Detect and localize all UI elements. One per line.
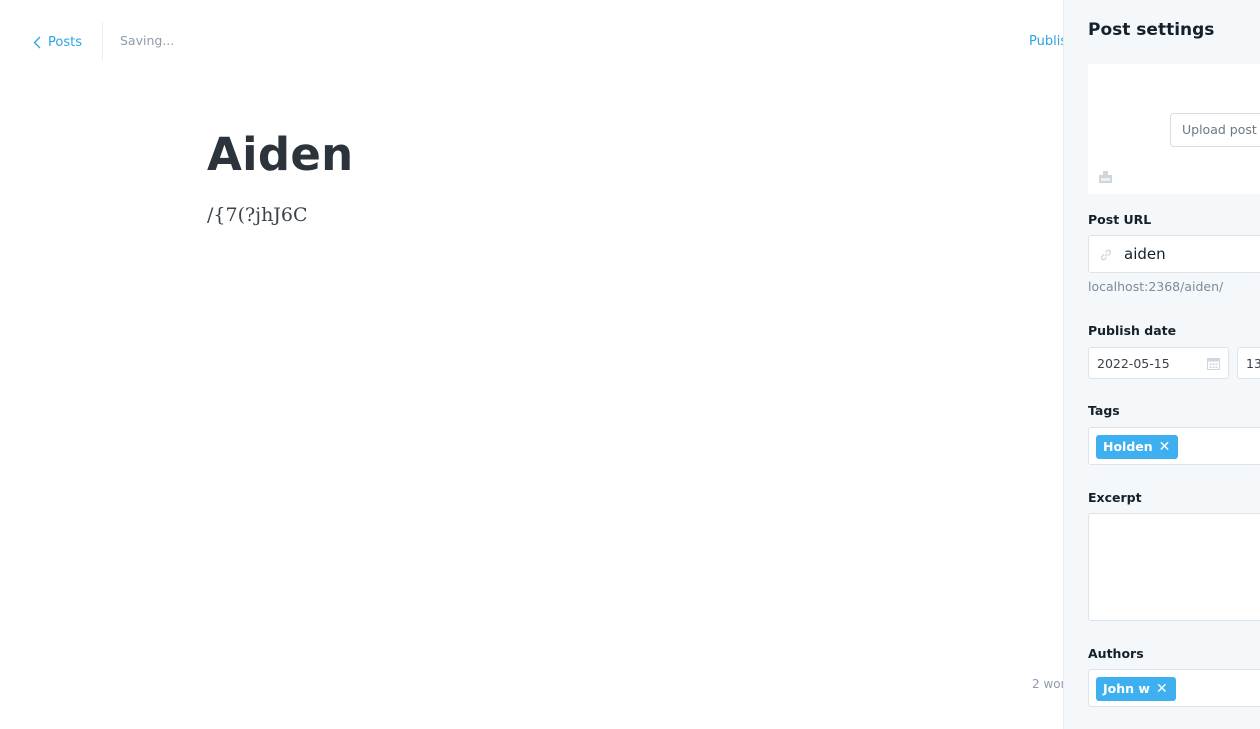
post-url-label: Post URL xyxy=(1088,212,1152,227)
link-icon xyxy=(1100,249,1112,261)
publish-time-value: 13 xyxy=(1246,356,1260,371)
back-to-posts-link[interactable]: Posts xyxy=(33,33,82,51)
settings-title: Post settings xyxy=(1088,20,1215,40)
upload-image-button[interactable]: Upload post image xyxy=(1170,113,1260,147)
publish-date-label: Publish date xyxy=(1088,323,1177,338)
post-url-preview: localhost:2368/aiden/ xyxy=(1088,279,1224,294)
tags-label: Tags xyxy=(1088,403,1120,418)
publish-time-input[interactable]: 13 xyxy=(1237,347,1260,379)
image-placeholder-icon xyxy=(1099,171,1112,183)
word-count: 2 wor xyxy=(1032,677,1063,691)
post-settings-panel: Post settings Upload post image Post URL… xyxy=(1063,0,1260,729)
excerpt-textarea[interactable] xyxy=(1088,513,1260,621)
authors-input[interactable]: John w ✕ xyxy=(1088,669,1260,707)
post-url-input[interactable]: aiden xyxy=(1088,235,1260,273)
publish-button[interactable]: Publis xyxy=(1029,34,1063,49)
feature-image-area[interactable]: Upload post image xyxy=(1088,64,1260,194)
author-chip[interactable]: John w ✕ xyxy=(1096,677,1176,701)
editor-topbar: Posts Saving... Publis xyxy=(0,0,1063,84)
editor-pane: Posts Saving... Publis Aiden /{7(?jhJ6C … xyxy=(0,0,1063,729)
save-status: Saving... xyxy=(120,33,175,48)
post-body-editor[interactable]: /{7(?jhJ6C xyxy=(207,203,308,227)
calendar-icon xyxy=(1207,358,1220,370)
publish-date-input[interactable]: 2022-05-15 xyxy=(1088,347,1229,379)
tags-input[interactable]: Holden ✕ xyxy=(1088,427,1260,465)
post-title[interactable]: Aiden xyxy=(207,126,354,184)
topbar-divider xyxy=(102,22,103,60)
tag-chip-label: Holden xyxy=(1103,439,1153,454)
publish-date-value: 2022-05-15 xyxy=(1097,356,1170,371)
chevron-left-icon xyxy=(33,36,41,48)
close-icon[interactable]: ✕ xyxy=(1156,682,1168,696)
excerpt-label: Excerpt xyxy=(1088,490,1142,505)
post-url-value: aiden xyxy=(1124,245,1166,263)
author-chip-label: John w xyxy=(1103,681,1150,696)
back-link-label: Posts xyxy=(48,34,82,50)
authors-label: Authors xyxy=(1088,646,1144,661)
tag-chip[interactable]: Holden ✕ xyxy=(1096,435,1179,459)
close-icon[interactable]: ✕ xyxy=(1159,440,1171,454)
